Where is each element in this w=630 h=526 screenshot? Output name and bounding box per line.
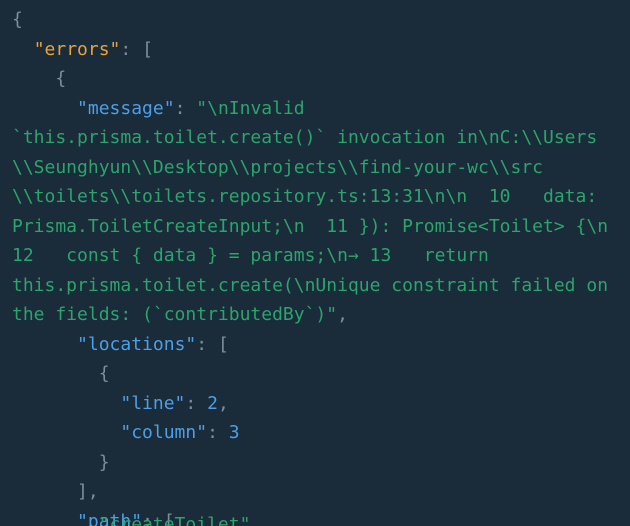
code-line: "line": 2, <box>0 389 630 419</box>
token-key: "locations" <box>77 333 197 355</box>
token-punct: [ <box>217 333 229 355</box>
token-str: Prisma.ToiletCreateInput;\n 11 }): Promi… <box>12 215 609 237</box>
code-line: { <box>0 64 630 94</box>
token-punct <box>12 393 120 414</box>
token-key: "column" <box>120 422 208 443</box>
code-line: 12 const { data } = params;\n→ 13 return <box>0 241 630 271</box>
token-punct <box>12 422 120 443</box>
token-punct: { <box>55 68 67 89</box>
code-line: "column": 3 <box>0 418 630 448</box>
token-colon: : <box>174 97 186 119</box>
token-punct <box>218 422 229 443</box>
token-comma: , <box>217 392 229 414</box>
code-line: this.prisma.toilet.create(\nUnique const… <box>0 271 630 301</box>
token-punct: { <box>98 363 110 384</box>
token-punct <box>12 481 77 502</box>
code-line: "createToilet" <box>0 510 630 526</box>
token-punct <box>12 334 77 355</box>
token-colon: : <box>207 422 218 443</box>
token-colon: : <box>185 392 197 414</box>
token-key: "message" <box>77 97 175 119</box>
code-line: "errors": [ <box>0 35 630 65</box>
json-response-viewer[interactable]: { "errors": [ { "message": "\nInvalid `th… <box>0 0 630 526</box>
token-num: 2 <box>207 392 218 414</box>
code-line: } <box>0 448 630 478</box>
token-punct <box>131 39 142 60</box>
code-line: Prisma.ToiletCreateInput;\n 11 }): Promi… <box>0 212 630 242</box>
token-str: \\toilets\\toilets.repository.ts:13:31\n… <box>12 186 598 207</box>
token-str: "createToilet" <box>98 513 251 526</box>
token-punct: ] <box>77 481 88 502</box>
token-punct <box>12 452 99 473</box>
token-str: 12 const { data } = params;\n→ 13 return <box>12 245 489 266</box>
code-line: the fields: (`contributedBy`)", <box>0 300 630 330</box>
token-str: \\Seunghyun\\Desktop\\projects\\find-you… <box>12 156 544 178</box>
token-comma: , <box>337 304 348 325</box>
token-str: this.prisma.toilet.create(\nUnique const… <box>12 274 609 296</box>
code-line: \\Seunghyun\\Desktop\\projects\\find-you… <box>0 153 630 183</box>
code-line: ], <box>0 477 630 507</box>
token-punct <box>12 68 55 89</box>
token-punct <box>12 363 99 384</box>
token-key: "line" <box>120 392 186 414</box>
token-punct <box>12 514 99 526</box>
token-punct: [ <box>142 38 153 60</box>
code-line: `this.prisma.toilet.create()` invocation… <box>0 123 630 153</box>
code-line: \\toilets\\toilets.repository.ts:13:31\n… <box>0 182 630 212</box>
token-comma: , <box>87 481 99 502</box>
token-punct <box>196 393 207 414</box>
token-key-a: "errors" <box>33 38 121 60</box>
token-str: `this.prisma.toilet.create()` invocation… <box>12 127 598 148</box>
code-line: "message": "\nInvalid <box>0 94 630 124</box>
token-punct <box>12 98 77 119</box>
token-punct: } <box>98 451 110 473</box>
token-str: "\nInvalid <box>196 97 305 119</box>
token-str: the fields: (`contributedBy`)" <box>12 304 338 325</box>
token-punct <box>185 98 196 119</box>
code-line: "locations": [ <box>0 330 630 360</box>
token-punct: { <box>12 9 23 30</box>
token-num: 3 <box>228 422 240 443</box>
token-colon: : <box>120 38 132 60</box>
token-colon: : <box>196 333 208 355</box>
code-line: { <box>0 5 630 35</box>
token-punct <box>12 39 34 60</box>
token-punct <box>207 334 218 355</box>
code-line: { <box>0 359 630 389</box>
